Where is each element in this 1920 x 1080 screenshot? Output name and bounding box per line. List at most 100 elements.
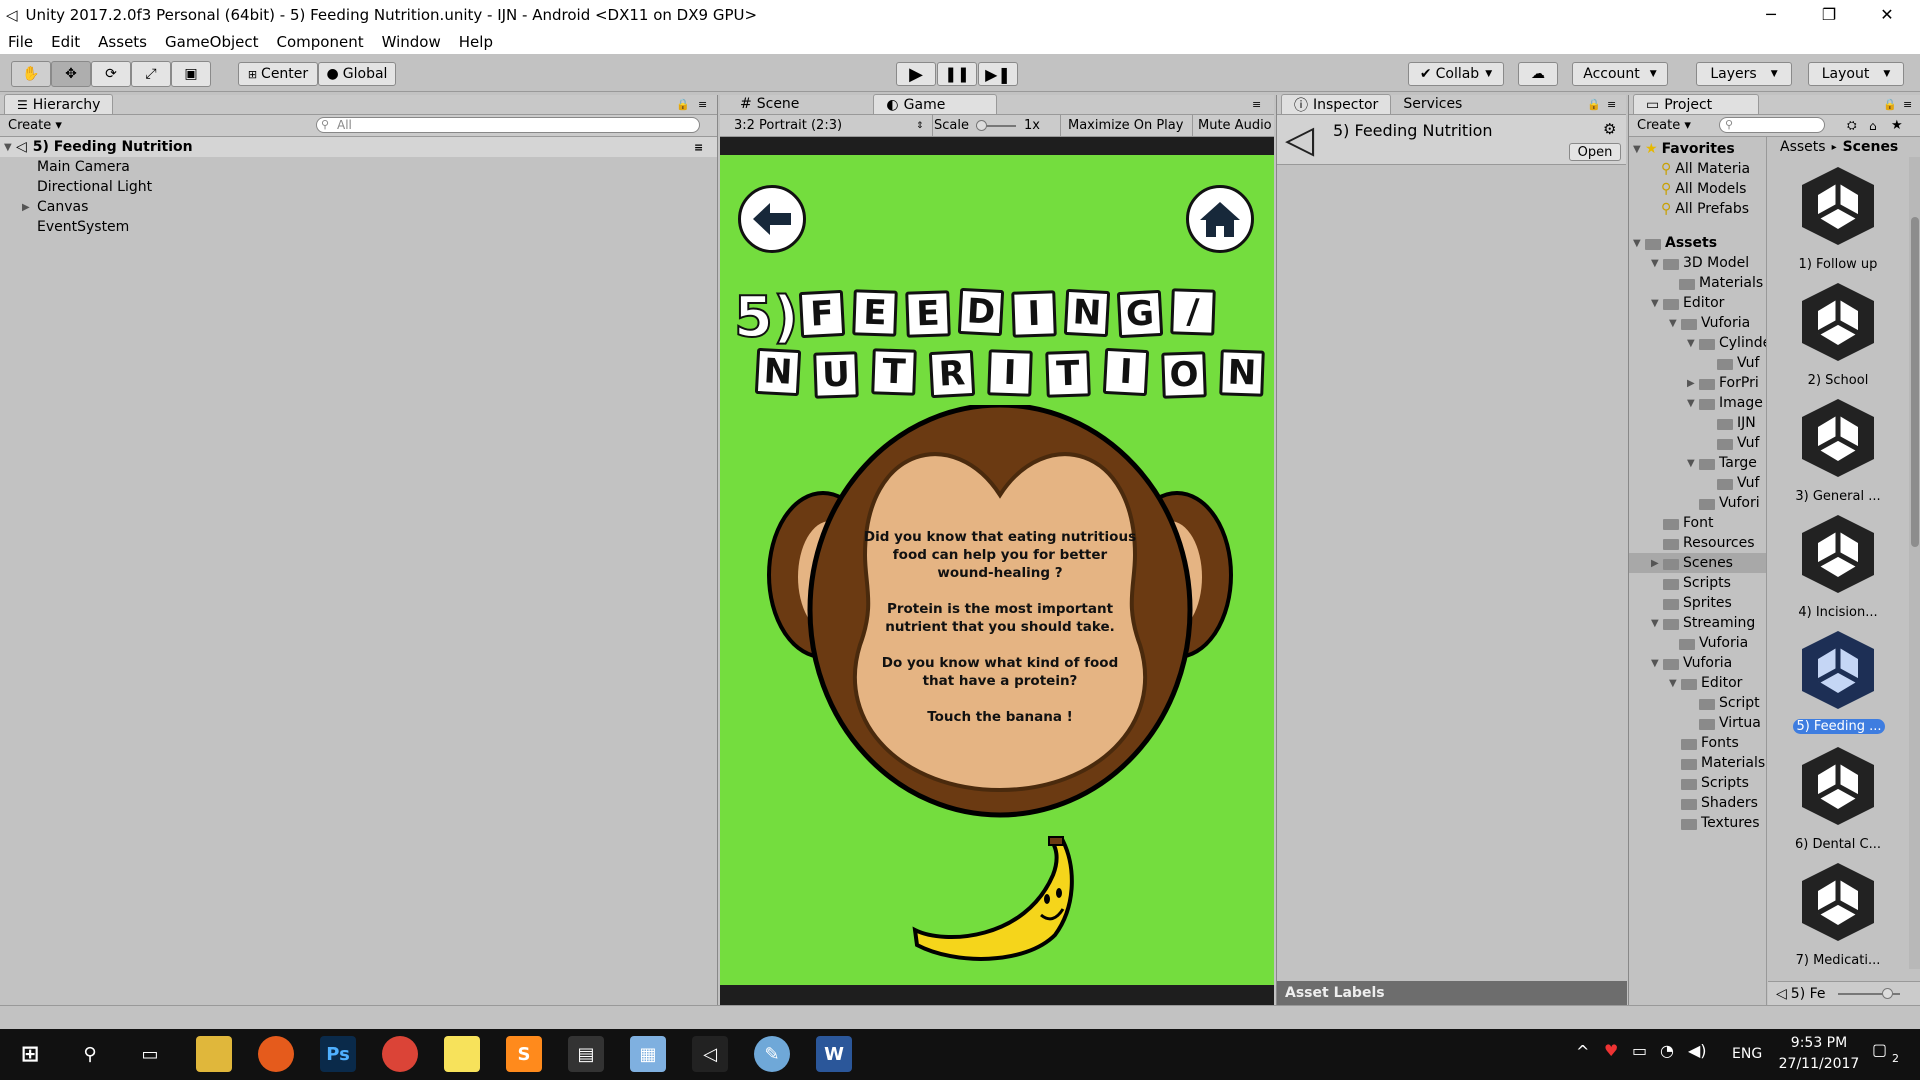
- minimize-button[interactable]: ─: [1742, 0, 1800, 29]
- folder-item-selected[interactable]: ▶ Scenes: [1629, 553, 1766, 573]
- breadcrumb-root[interactable]: Assets: [1780, 139, 1826, 155]
- menu-file[interactable]: File: [8, 33, 33, 51]
- folder-item[interactable]: Scripts: [1663, 573, 1731, 593]
- restore-button[interactable]: ❐: [1800, 0, 1858, 29]
- expand-arrow-icon[interactable]: ▼: [1651, 258, 1663, 269]
- hierarchy-search-input[interactable]: ⚲ All: [316, 117, 700, 133]
- photoshop-button[interactable]: Ps: [320, 1036, 356, 1072]
- gear-icon[interactable]: ⚙: [1603, 120, 1616, 138]
- menu-component[interactable]: Component: [277, 33, 364, 51]
- lock-icon[interactable]: 🔒: [1587, 98, 1601, 111]
- search-button[interactable]: ⚲: [72, 1036, 108, 1072]
- favorite-item[interactable]: ⚲ All Materia: [1661, 159, 1750, 179]
- action-center-button[interactable]: ▢ 2: [1872, 1040, 1908, 1070]
- folder-item[interactable]: Sprites: [1663, 593, 1732, 613]
- lock-icon[interactable]: 🔒: [676, 98, 690, 111]
- folder-item[interactable]: Vuf: [1717, 433, 1759, 453]
- aspect-dropdown[interactable]: 3:2 Portrait (2:3): [734, 118, 930, 133]
- expand-arrow-icon[interactable]: ▼: [1651, 298, 1663, 309]
- expand-arrow-icon[interactable]: ▼: [4, 142, 16, 153]
- expand-arrow-icon[interactable]: ▼: [1633, 144, 1645, 155]
- scrollbar-thumb[interactable]: [1911, 217, 1919, 547]
- play-button[interactable]: ▶: [896, 62, 936, 86]
- panel-menu-icon[interactable]: ≡: [1903, 98, 1912, 111]
- file-explorer-button[interactable]: [196, 1036, 232, 1072]
- hierarchy-item[interactable]: ▶ Canvas: [0, 197, 717, 217]
- open-button[interactable]: Open: [1569, 143, 1621, 161]
- expand-arrow-icon[interactable]: ▼: [1669, 678, 1681, 689]
- expand-arrow-icon[interactable]: ▶: [22, 202, 37, 213]
- folder-item[interactable]: IJN: [1717, 413, 1756, 433]
- expand-arrow-icon[interactable]: ▶: [1651, 558, 1663, 569]
- folder-item[interactable]: ▼ Targe: [1687, 453, 1757, 473]
- menu-help[interactable]: Help: [459, 33, 493, 51]
- tab-game[interactable]: ◐ Game: [873, 94, 998, 114]
- folder-item[interactable]: ▼ Vuforia: [1669, 313, 1750, 333]
- folder-item[interactable]: Fonts: [1681, 733, 1739, 753]
- expand-arrow-icon[interactable]: ▼: [1687, 398, 1699, 409]
- layout-dropdown[interactable]: Layout ▼: [1808, 62, 1904, 86]
- folder-item[interactable]: Shaders: [1681, 793, 1758, 813]
- folder-item[interactable]: Vuf: [1717, 353, 1759, 373]
- folder-item[interactable]: ▶ ForPri: [1687, 373, 1759, 393]
- folder-item[interactable]: ▼ 3D Model: [1651, 253, 1749, 273]
- wifi-icon[interactable]: ◔: [1660, 1041, 1674, 1060]
- pause-button[interactable]: ❚❚: [937, 62, 977, 86]
- unity-taskbar-button[interactable]: ◁: [692, 1036, 728, 1072]
- expand-arrow-icon[interactable]: ▼: [1687, 338, 1699, 349]
- paint-app-button[interactable]: ✎: [754, 1036, 790, 1072]
- start-button[interactable]: ⊞: [12, 1036, 48, 1072]
- tab-inspector[interactable]: ⓘ Inspector: [1281, 94, 1392, 114]
- asset-labels-bar[interactable]: Asset Labels: [1277, 981, 1627, 1005]
- menu-window[interactable]: Window: [382, 33, 441, 51]
- expand-arrow-icon[interactable]: ▼: [1669, 318, 1681, 329]
- hierarchy-create-button[interactable]: Create ▾: [8, 118, 62, 133]
- step-button[interactable]: ▶❚: [978, 62, 1018, 86]
- back-button[interactable]: [738, 185, 806, 253]
- slider-thumb[interactable]: [976, 120, 987, 131]
- filter-label-icon[interactable]: ⌂: [1869, 119, 1877, 133]
- hierarchy-item[interactable]: Directional Light: [0, 177, 717, 197]
- folder-item[interactable]: Script: [1699, 693, 1760, 713]
- hand-tool-button[interactable]: ✋: [11, 61, 51, 87]
- favorite-item[interactable]: ⚲ All Prefabs: [1661, 199, 1749, 219]
- battery-icon[interactable]: ▭: [1632, 1041, 1647, 1060]
- maximize-on-play-toggle[interactable]: Maximize On Play: [1068, 118, 1183, 133]
- chrome-button[interactable]: [382, 1036, 418, 1072]
- pivot-center-button[interactable]: ⊞ Center: [238, 62, 318, 86]
- scene-menu-icon[interactable]: ≡: [694, 141, 703, 154]
- folder-item[interactable]: Virtua: [1699, 713, 1761, 733]
- move-tool-button[interactable]: ✥: [51, 61, 91, 87]
- project-search-input[interactable]: ⚲: [1719, 117, 1825, 133]
- folder-item[interactable]: Font: [1663, 513, 1713, 533]
- menu-edit[interactable]: Edit: [51, 33, 80, 51]
- folder-item[interactable]: ▼ Cylinde: [1687, 333, 1766, 353]
- scene-root-row[interactable]: ▼ ◁ 5) Feeding Nutrition ≡: [0, 137, 717, 157]
- close-button[interactable]: ✕: [1858, 0, 1916, 29]
- lock-icon[interactable]: 🔒: [1883, 98, 1897, 111]
- folder-item[interactable]: Textures: [1681, 813, 1760, 833]
- filter-type-icon[interactable]: ⛭: [1847, 118, 1857, 133]
- word-button[interactable]: W: [816, 1036, 852, 1072]
- media-app-button[interactable]: ▤: [568, 1036, 604, 1072]
- panel-menu-icon[interactable]: ≡: [1252, 98, 1261, 111]
- banana-button[interactable]: [905, 835, 1085, 965]
- panel-menu-icon[interactable]: ≡: [698, 98, 707, 111]
- icon-size-slider[interactable]: [1837, 987, 1900, 999]
- project-scrollbar[interactable]: [1909, 157, 1920, 969]
- folder-item[interactable]: Vuf: [1717, 473, 1759, 493]
- scale-slider[interactable]: [976, 120, 1016, 131]
- project-create-button[interactable]: Create ▾: [1637, 118, 1691, 133]
- firefox-button[interactable]: [258, 1036, 294, 1072]
- folder-item[interactable]: ▼ Streaming: [1651, 613, 1755, 633]
- folder-item[interactable]: Materials: [1681, 753, 1765, 773]
- task-view-button[interactable]: ▭: [132, 1036, 168, 1072]
- folder-item[interactable]: ▼ Editor: [1669, 673, 1742, 693]
- expand-arrow-icon[interactable]: ▼: [1651, 658, 1663, 669]
- expand-arrow-icon[interactable]: ▼: [1687, 458, 1699, 469]
- sublime-button[interactable]: S: [506, 1036, 542, 1072]
- home-button[interactable]: [1186, 185, 1254, 253]
- rotate-tool-button[interactable]: ⟳: [91, 61, 131, 87]
- assets-node[interactable]: ▼ Assets: [1633, 233, 1717, 253]
- hierarchy-item[interactable]: EventSystem: [0, 217, 717, 237]
